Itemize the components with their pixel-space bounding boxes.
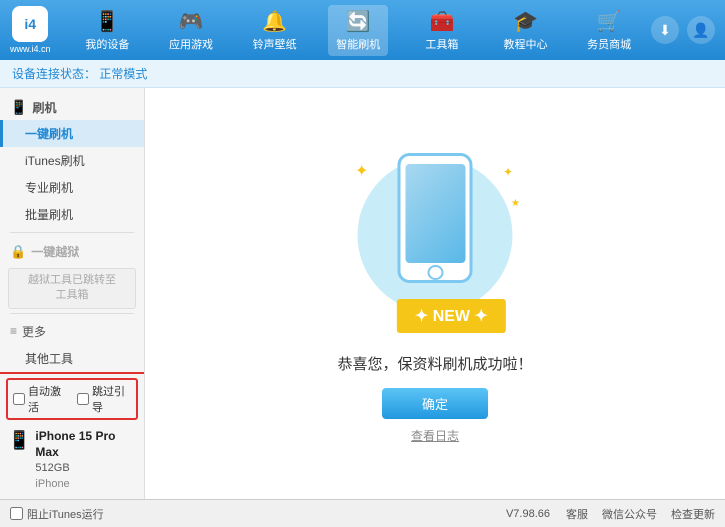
checkbox-highlight-box: 自动激活 跳过引导: [6, 378, 138, 420]
sidebar-flash-header: 📱 刷机: [0, 93, 144, 120]
success-illustration: ✦ ✦ ★ ✦ NEW ✦: [325, 143, 545, 343]
nav-tutorial[interactable]: 🎓 教程中心: [496, 5, 556, 56]
auto-activate-checkbox[interactable]: [13, 393, 25, 405]
locked-notice-text: 越狱工具已跳转至工具箱: [28, 274, 116, 301]
sidebar-device-area: 自动激活 跳过引导 📱 iPhone 15 Pro Max 512GB iPho…: [0, 372, 144, 499]
itunes-flash-label: iTunes刷机: [25, 154, 85, 168]
one-key-flash-label: 一键刷机: [25, 127, 73, 141]
device-phone-icon: 📱: [8, 430, 30, 451]
locked-notice: 越狱工具已跳转至工具箱: [8, 268, 136, 309]
device-size: 512GB: [35, 461, 136, 476]
phone-shape: [398, 153, 473, 283]
success-message: 恭喜您，保资料刷机成功啦！: [337, 353, 532, 374]
other-tools-label: 其他工具: [25, 352, 73, 366]
itunes-checkbox[interactable]: [10, 507, 23, 520]
sidebar-other-tools[interactable]: 其他工具: [0, 345, 144, 372]
footer-links: 客服 微信公众号 检查更新: [566, 506, 715, 522]
device-type: iPhone: [35, 477, 136, 492]
download-button[interactable]: ⬇: [651, 16, 679, 44]
sparkle-small: ★: [511, 198, 520, 209]
more-label: 更多: [22, 323, 46, 340]
itunes-label: 阻止iTunes运行: [27, 506, 104, 522]
sidebar-flash-label: 刷机: [32, 99, 56, 116]
nav-my-device-label: 我的设备: [85, 36, 129, 52]
status-bar: 设备连接状态： 正常模式: [0, 60, 725, 88]
footer-wechat[interactable]: 微信公众号: [602, 506, 657, 522]
user-button[interactable]: 👤: [687, 16, 715, 44]
status-value: 正常模式: [99, 65, 147, 82]
status-label: 设备连接状态：: [12, 65, 96, 82]
sparkle-right: ✦: [503, 165, 513, 179]
sidebar-divider-2: [10, 313, 134, 314]
content-area: ✦ ✦ ★ ✦ NEW ✦ 恭喜您，保资料刷机成功啦！ 确定 查看日志: [145, 88, 725, 499]
confirm-button[interactable]: 确定: [382, 388, 488, 419]
header-right: ⬇ 👤: [651, 16, 715, 44]
log-link[interactable]: 查看日志: [411, 427, 459, 444]
apps-icon: 🎮: [179, 9, 204, 34]
batch-flash-label: 批量刷机: [25, 208, 73, 222]
nav-apps-games[interactable]: 🎮 应用游戏: [161, 5, 221, 56]
lock-icon: 🔒: [10, 244, 26, 260]
sidebar-itunes-flash[interactable]: iTunes刷机: [0, 147, 144, 174]
guide-text: 跳过引导: [92, 383, 131, 415]
nav-tabs: 📱 我的设备 🎮 应用游戏 🔔 铃声壁纸 🔄 智能刷机 🧰 工具箱 🎓 教程中心…: [66, 5, 651, 56]
jailbreak-label: 一键越狱: [31, 243, 79, 260]
nav-tutorial-label: 教程中心: [504, 36, 548, 52]
sidebar-jailbreak-header: 🔒 一键越狱: [0, 237, 144, 264]
sidebar-pro-flash[interactable]: 专业刷机: [0, 174, 144, 201]
guide-label[interactable]: 跳过引导: [77, 383, 131, 415]
smart-flash-icon: 🔄: [346, 9, 371, 34]
nav-merchant[interactable]: 🛒 务员商城: [579, 5, 639, 56]
nav-smart-flash-label: 智能刷机: [336, 36, 380, 52]
guide-checkbox[interactable]: [77, 393, 89, 405]
ringtone-icon: 🔔: [262, 9, 287, 34]
more-icon: ≡: [10, 324, 17, 338]
nav-ringtones[interactable]: 🔔 铃声壁纸: [245, 5, 305, 56]
sidebar-one-key-flash[interactable]: 一键刷机: [0, 120, 144, 147]
device-name: iPhone 15 Pro Max: [35, 428, 136, 462]
footer-bar: 阻止iTunes运行 V7.98.66 客服 微信公众号 检查更新: [0, 499, 725, 527]
itunes-check[interactable]: 阻止iTunes运行: [10, 506, 104, 522]
tutorial-icon: 🎓: [513, 9, 538, 34]
nav-merchant-label: 务员商城: [587, 36, 631, 52]
header: i4 www.i4.cn 📱 我的设备 🎮 应用游戏 🔔 铃声壁纸 🔄 智能刷机…: [0, 0, 725, 60]
device-row: 📱 iPhone 15 Pro Max 512GB iPhone: [6, 425, 138, 495]
sidebar-divider-1: [10, 232, 134, 233]
phone-screen: [405, 164, 465, 263]
sidebar-more-header: ≡ 更多: [0, 318, 144, 345]
my-device-icon: 📱: [95, 9, 120, 34]
flash-section-icon: 📱: [10, 99, 27, 116]
pro-flash-label: 专业刷机: [25, 181, 73, 195]
sidebar-batch-flash[interactable]: 批量刷机: [0, 201, 144, 228]
logo-area: i4 www.i4.cn: [10, 6, 51, 54]
toolbox-icon: 🧰: [429, 9, 454, 34]
nav-smart-flash[interactable]: 🔄 智能刷机: [328, 5, 388, 56]
sparkle-left: ✦: [355, 161, 368, 181]
device-details: iPhone 15 Pro Max 512GB iPhone: [35, 428, 136, 492]
version-text: V7.98.66: [506, 508, 550, 520]
nav-apps-label: 应用游戏: [169, 36, 213, 52]
main-layout: 📱 刷机 一键刷机 iTunes刷机 专业刷机 批量刷机 🔒 一键越狱: [0, 88, 725, 499]
new-ribbon: ✦ NEW ✦: [397, 299, 506, 333]
auto-activate-text: 自动激活: [28, 383, 67, 415]
footer-client[interactable]: 客服: [566, 506, 588, 522]
logo-url: www.i4.cn: [10, 44, 51, 54]
nav-toolbox-label: 工具箱: [425, 36, 458, 52]
nav-toolbox[interactable]: 🧰 工具箱: [412, 5, 472, 56]
merchant-icon: 🛒: [597, 9, 622, 34]
phone-home-btn: [427, 265, 443, 280]
nav-ringtone-label: 铃声壁纸: [253, 36, 297, 52]
footer-check-update[interactable]: 检查更新: [671, 506, 715, 522]
sidebar: 📱 刷机 一键刷机 iTunes刷机 专业刷机 批量刷机 🔒 一键越狱: [0, 88, 145, 499]
new-ribbon-text: ✦ NEW ✦: [415, 308, 488, 325]
nav-my-device[interactable]: 📱 我的设备: [77, 5, 137, 56]
logo-icon: i4: [12, 6, 48, 42]
auto-activate-label[interactable]: 自动激活: [13, 383, 67, 415]
